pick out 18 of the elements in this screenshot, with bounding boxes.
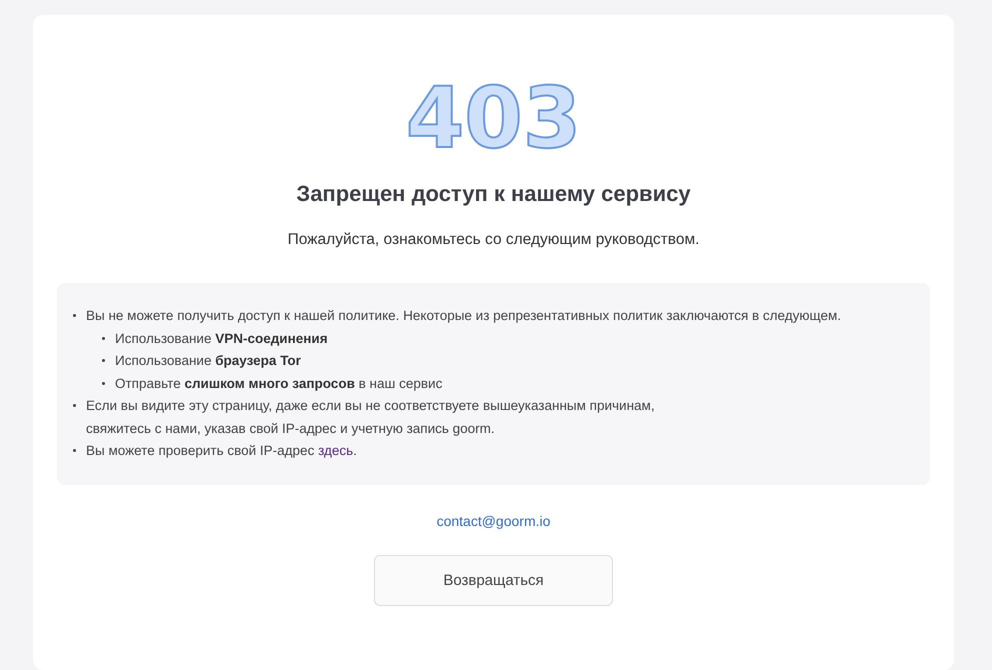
email-link[interactable]: contact@goorm.io	[436, 512, 550, 528]
notice-text: Вы можете проверить свой IP-адрес здесь.	[86, 442, 357, 460]
bullet-icon	[73, 449, 76, 452]
ip-check-link[interactable]: здесь	[318, 443, 354, 458]
bullet-icon	[73, 314, 76, 317]
notice-text: Использование браузера Tor	[115, 352, 301, 370]
subtitle: Пожалуйста, ознакомьтесь со следующим руководством.	[288, 231, 700, 249]
notice-text: Использование VPN-соединения	[115, 330, 328, 348]
notice-text: Отправьте слишком много запросов в наш сервис	[115, 374, 442, 393]
page-title: Запрещен доступ к нашему сервису	[296, 181, 691, 207]
bullet-icon	[102, 336, 105, 340]
bullet-icon	[102, 382, 105, 384]
notice-text: Если вы видите эту страницу, даже если вы не соответствуете вышеуказанным причинам, свяжитесь с нами, указав свой IP-адрес и учетную запись goorm.	[86, 397, 655, 438]
error-code: 403	[406, 71, 582, 165]
notice-text: Вы не можете получить доступ к нашей политике. Некоторые из репрезентативных политик заключаются в следующем.	[86, 307, 842, 325]
back-button[interactable]: Возвращаться	[374, 554, 613, 606]
bullet-icon	[73, 404, 76, 407]
bullet-icon	[102, 359, 105, 362]
